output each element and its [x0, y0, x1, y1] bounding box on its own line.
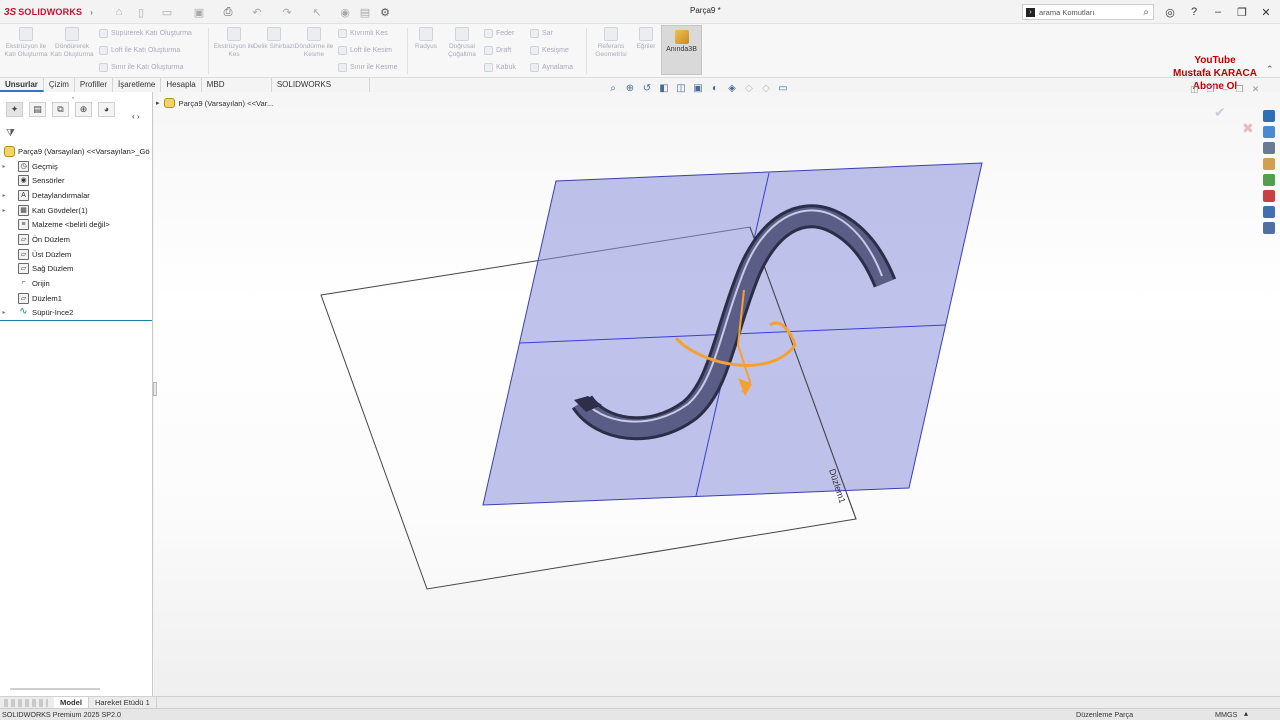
tree-item-label: Süpür-İnce2	[32, 308, 74, 318]
zoom-to-area-icon[interactable]: ⊕	[623, 81, 637, 95]
tree-item-label: Sağ Düzlem	[32, 264, 74, 274]
tree-item-label: Malzeme <belirli değil>	[32, 220, 110, 230]
viewport-maximize-icon[interactable]: ❐	[1236, 84, 1244, 95]
viewport-restore-icon[interactable]: ❐	[1207, 84, 1215, 95]
design-library-icon[interactable]	[1263, 126, 1275, 138]
viewport-tile-icon[interactable]: ◫	[1190, 84, 1199, 95]
tree-item[interactable]: ⌐ Orijin	[0, 276, 152, 291]
tree-item[interactable]: ▱ Sağ Düzlem	[0, 262, 152, 277]
rollback-bar[interactable]	[0, 320, 152, 321]
tree-item-label: Geçmiş	[32, 161, 58, 171]
tree-item-label: Sensörler	[32, 176, 65, 186]
part-icon	[4, 145, 15, 157]
dimxpert-manager-tab-icon[interactable]: ⊕	[75, 101, 92, 117]
tree-item[interactable]: ▱ Üst Düzlem	[0, 247, 152, 262]
viewport-close-icon[interactable]: ✕	[1252, 84, 1260, 95]
status-mode: Düzenleme Parça	[1076, 710, 1134, 719]
breadcrumb-expand-icon[interactable]: ▸	[156, 99, 160, 107]
tab-navigation-arrows[interactable]	[4, 698, 48, 707]
previous-view-icon[interactable]: ↺	[640, 81, 654, 95]
model-viewport[interactable]: Düzlem1	[0, 0, 1280, 720]
part-icon	[163, 98, 175, 108]
origin-icon: ⌐	[21, 279, 26, 287]
viewport-window-controls: ◫ ❐ – ❐ ✕	[1190, 84, 1259, 95]
tab-model[interactable]: Model	[54, 696, 89, 709]
sensor-icon: ◉	[18, 175, 29, 187]
panel-scroll-arrows-icon[interactable]: ‹ ›	[132, 112, 140, 121]
tree-item-label: Detaylandırmalar	[32, 190, 90, 200]
expand-arrow-icon[interactable]: ▸	[0, 163, 8, 170]
plane-icon: ▱	[18, 233, 29, 245]
status-version: SOLIDWORKS Premium 2025 SP2.0	[2, 710, 122, 719]
unit-dropdown-icon[interactable]: ▴	[1244, 709, 1248, 718]
hide-show-items-icon[interactable]: ◐	[708, 81, 722, 95]
edit-appearance-icon[interactable]: ◈	[725, 81, 739, 95]
unit-system-selector[interactable]: MMGS	[1215, 710, 1237, 719]
panel-tabs: ✦ ▤ ⧉ ⊕ ◕	[0, 100, 152, 118]
configuration-manager-tab-icon[interactable]: ⧉	[52, 101, 69, 117]
feature-manager-panel: ✦ ▤ ⧉ ⊕ ◕ ‹ › • ⧩ Parça9 (Varsayılan) <<…	[0, 92, 153, 696]
tree-item-label: Ön Düzlem	[32, 234, 70, 244]
display-style-icon[interactable]: ▣	[691, 81, 705, 95]
tree-item[interactable]: ▸ ▦ Katı Gövdeler(1)	[0, 203, 152, 218]
solidworks-resources-icon[interactable]	[1263, 110, 1275, 122]
view-settings-icon[interactable]: ◇	[759, 81, 773, 95]
feature-breadcrumb[interactable]: ▸ Parça9 (Varsayılan) <<Var...	[156, 98, 273, 108]
custom-properties-icon[interactable]	[1263, 190, 1275, 202]
property-manager-tab-icon[interactable]: ▤	[29, 101, 46, 117]
viewport-minimize-icon[interactable]: –	[1223, 84, 1228, 95]
tree-root-label: Parça9 (Varsayılan) <<Varsayılan>_Gö	[18, 146, 150, 156]
expand-arrow-icon[interactable]: ▸	[0, 192, 8, 199]
annotation-icon: A	[18, 189, 29, 201]
tree-item[interactable]: ▱ Ön Düzlem	[0, 232, 152, 247]
breadcrumb-text: Parça9 (Varsayılan) <<Var...	[178, 98, 274, 108]
tree-item-label: Katı Gövdeler(1)	[32, 205, 88, 215]
tab-motion-study-1[interactable]: Hareket Etüdü 1	[89, 696, 157, 709]
status-bar: SOLIDWORKS Premium 2025 SP2.0 Düzenleme …	[0, 708, 1280, 720]
file-explorer-icon[interactable]	[1263, 142, 1275, 154]
view-palette-icon[interactable]	[1263, 158, 1275, 170]
solid-bodies-icon: ▦	[18, 204, 29, 216]
tree-root[interactable]: Parça9 (Varsayılan) <<Varsayılan>_Gö	[0, 144, 152, 159]
display-monitor-icon[interactable]: ▭	[776, 81, 790, 95]
filter-icon[interactable]: ⧩	[6, 128, 15, 139]
tree-item[interactable]: ▸ ◷ Geçmiş	[0, 159, 152, 174]
material-icon: ≡	[18, 219, 29, 231]
tree-item-label: Düzlem1	[32, 293, 62, 303]
tree-item-label: Üst Düzlem	[32, 249, 72, 259]
appearances-icon[interactable]	[1263, 174, 1275, 186]
confirm-check-icon[interactable]: ✔	[1214, 104, 1226, 121]
forum-icon[interactable]	[1263, 206, 1275, 218]
heads-up-view-toolbar: ⌕ ⊕ ↺ ◧ ◫ ▣ ◐ ◈ ◇ ◇ ▭	[606, 81, 790, 95]
tree-item[interactable]: ▱ Düzlem1	[0, 291, 152, 306]
sweep-icon: ∿	[19, 306, 28, 318]
plane-icon: ▱	[18, 248, 29, 260]
feature-tree: Parça9 (Varsayılan) <<Varsayılan>_Gö ▸ ◷ G…	[0, 144, 152, 320]
zoom-to-fit-icon[interactable]: ⌕	[606, 81, 620, 95]
panel-collapse-handle[interactable]	[153, 382, 157, 396]
bottom-tab-bar: Model Hareket Etüdü 1	[0, 696, 1280, 709]
history-icon: ◷	[18, 160, 29, 172]
feature-manager-tab-icon[interactable]: ✦	[6, 101, 23, 117]
expand-arrow-icon[interactable]: ▸	[0, 207, 8, 214]
tree-item[interactable]: ≡ Malzeme <belirli değil>	[0, 217, 152, 232]
section-view-icon[interactable]: ◧	[657, 81, 671, 95]
display-manager-tab-icon[interactable]: ◕	[98, 101, 115, 117]
plane-icon: ▱	[18, 263, 29, 275]
view-orientation-icon[interactable]: ◫	[674, 81, 688, 95]
tree-item[interactable]: ◉ Sensörler	[0, 173, 152, 188]
tree-item[interactable]: ▸ ∿ Süpür-İnce2	[0, 306, 152, 321]
panel-grip-icon[interactable]: •	[72, 96, 74, 102]
plane-icon: ▱	[18, 292, 29, 304]
cancel-x-icon[interactable]: ✖	[1242, 120, 1254, 137]
tree-item[interactable]: ▸ A Detaylandırmalar	[0, 188, 152, 203]
apply-scene-icon[interactable]: ◇	[742, 81, 756, 95]
3dexperience-icon[interactable]	[1263, 222, 1275, 234]
task-pane-tabs	[1263, 110, 1279, 238]
expand-arrow-icon[interactable]: ▸	[0, 309, 8, 316]
panel-scrollbar[interactable]	[10, 688, 100, 690]
tree-item-label: Orijin	[32, 279, 50, 289]
